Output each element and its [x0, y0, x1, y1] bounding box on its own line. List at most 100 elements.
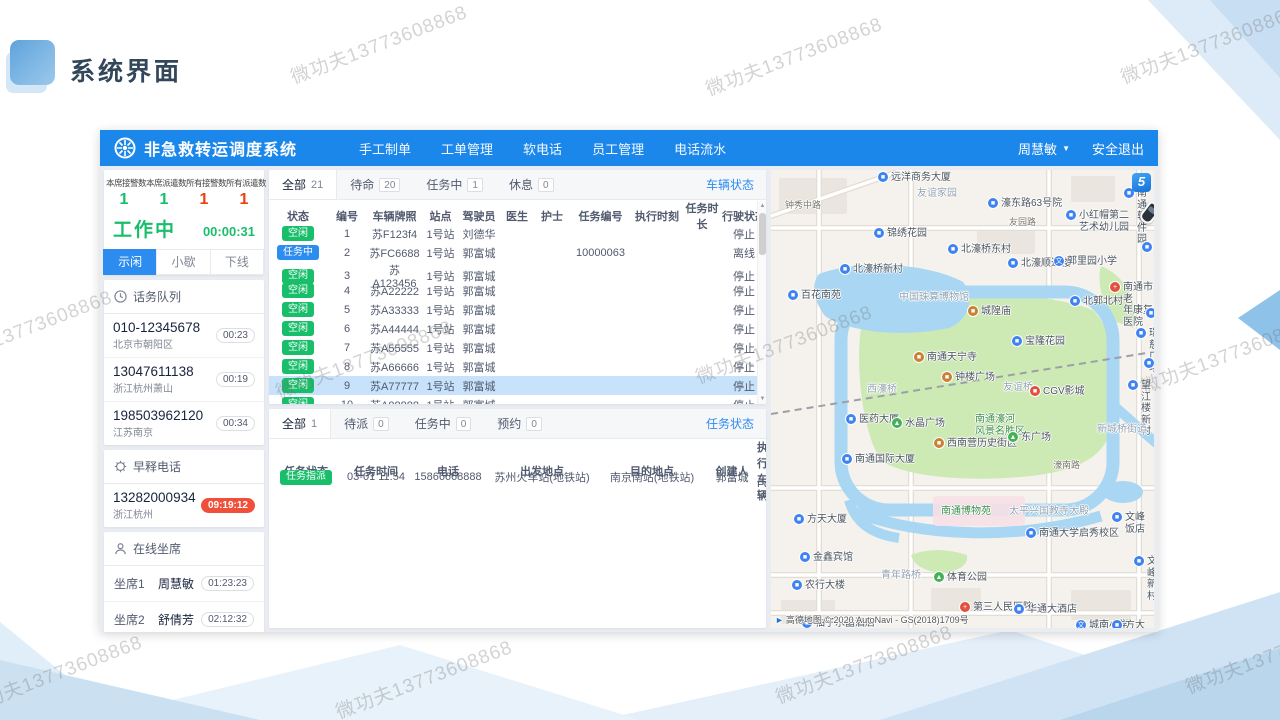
task-status-link[interactable]: 任务状态	[706, 415, 766, 432]
tab-全部[interactable]: 全部21	[269, 170, 337, 199]
queue-item-3[interactable]: 198503962120江苏南京00:34	[104, 402, 264, 445]
early-release-item-1[interactable]: 13282000934浙江杭州09:19:12	[104, 484, 264, 527]
nav-item-4[interactable]: 员工管理	[592, 139, 644, 158]
presence-button-2[interactable]: 小歇	[156, 249, 210, 275]
map-label-48: ■华通大酒店	[1013, 604, 1077, 616]
poi-icon-building: ■	[1141, 241, 1153, 253]
tab-任务中[interactable]: 任务中1	[413, 170, 496, 199]
status-badge: 空闲	[282, 397, 314, 404]
vehicle-col-header: 执行时刻	[632, 208, 682, 224]
map-label-text: 金鑫宾馆	[813, 552, 853, 564]
vehicle-row-5[interactable]: 空闲5苏A333331号站郭富城停止	[269, 300, 766, 319]
cell-plate: 苏FC6688	[367, 245, 422, 261]
scroll-down-icon[interactable]: ▼	[758, 394, 766, 404]
tab-待命[interactable]: 待命20	[337, 170, 413, 199]
status-badge: 空闲	[282, 302, 314, 317]
map-label-1: ■远洋商务大厦	[877, 172, 951, 184]
call-duration-badge: 00:23	[216, 328, 255, 343]
vehicle-scrollbar[interactable]: ▲ ▼	[757, 201, 766, 404]
poi-icon-building: ■	[1025, 527, 1037, 539]
nav-item-5[interactable]: 电话流水	[674, 139, 726, 158]
agent-seat: 坐席1	[114, 575, 158, 592]
stat-value-1: 1	[104, 191, 144, 209]
map-label-text: 方大花苑	[1125, 620, 1154, 628]
cell-station: 1号站	[422, 283, 459, 299]
nav-item-1[interactable]: 手工制单	[359, 139, 411, 158]
tab-休息[interactable]: 休息0	[496, 170, 567, 199]
tab-count: 0	[373, 417, 389, 431]
cell-no: 3	[327, 270, 367, 282]
vehicle-row-10[interactable]: 空闲10苏A888881号站郭富城停止	[269, 395, 766, 404]
cell-to: 南京南站(地铁站)	[597, 469, 707, 485]
cell-status: 空闲	[269, 397, 327, 404]
map-label-51: ■方大花苑	[1111, 620, 1154, 628]
vehicle-row-8[interactable]: 空闲8苏A666661号站郭富城停止	[269, 357, 766, 376]
presence-button-1[interactable]: 示闲	[103, 249, 157, 275]
poi-icon-building: ■	[1145, 307, 1154, 319]
map-label-42: ■方天大厦	[793, 514, 847, 526]
map-label-text: 文峰新村	[1147, 556, 1154, 602]
poi-icon-building: ■	[1007, 257, 1019, 269]
vehicle-row-2[interactable]: 任务中2苏FC66881号站郭富城10000063离线	[269, 243, 766, 262]
stat-label-3: 所有接警数	[186, 177, 226, 189]
map-label-41: ■文峰新村	[1133, 556, 1154, 602]
poi-icon-building: ■	[1069, 295, 1081, 307]
tab-预约[interactable]: 预约0	[484, 409, 555, 438]
vehicle-col-header: 任务编号	[569, 208, 632, 224]
vehicle-row-4[interactable]: 空闲4苏A222221号站郭富城停止	[269, 281, 766, 300]
nav-item-3[interactable]: 软电话	[523, 139, 562, 158]
map-label-12: 文郭里园小学	[1053, 256, 1117, 268]
map-label-text: 农行大楼	[805, 580, 845, 592]
scroll-up-icon[interactable]: ▲	[758, 201, 766, 211]
poi-icon-building: ■	[841, 453, 853, 465]
online-agents-header: 在线坐席	[104, 532, 264, 566]
queue-item-1[interactable]: 010-12345678北京市朝阳区00:23	[104, 314, 264, 358]
presence-button-3[interactable]: 下线	[210, 249, 264, 275]
vehicle-col-header: 编号	[327, 208, 367, 224]
vehicle-row-3[interactable]: 空闲3苏A1234561号站郭富城停止	[269, 262, 766, 281]
map-label-27: 西濠桥	[867, 384, 897, 396]
nav-item-2[interactable]: 工单管理	[441, 139, 493, 158]
poi-icon-building: ■	[1065, 209, 1077, 221]
tab-label: 全部	[282, 176, 306, 193]
cell-station: 1号站	[422, 245, 459, 261]
vehicle-status-link[interactable]: 车辆状态	[706, 176, 766, 193]
map-label-33: ▲东广场	[1007, 432, 1051, 444]
poi-icon-building: ■	[1111, 511, 1123, 523]
task-tabs: 全部1待派0任务中0预约0 任务状态	[269, 409, 766, 439]
tab-待派[interactable]: 待派0	[331, 409, 402, 438]
user-menu[interactable]: 周慧敏 ▼	[1018, 139, 1070, 158]
poi-icon-park: ▲	[891, 417, 903, 429]
vehicle-row-6[interactable]: 空闲6苏A444441号站郭富城停止	[269, 319, 766, 338]
cell-plate: 苏A88888	[367, 397, 422, 405]
cell-station: 1号站	[422, 397, 459, 405]
map-label-24: ■钟楼广场	[941, 372, 995, 384]
tab-全部[interactable]: 全部1	[269, 409, 331, 438]
map-label-16: ■城隍庙	[967, 306, 1011, 318]
logout-button[interactable]: 安全退出	[1092, 139, 1144, 158]
map-label-35: ■南通国际大厦	[841, 454, 915, 466]
poi-icon-hospital: +	[1109, 281, 1121, 293]
poi-icon-building: ■	[1143, 357, 1154, 369]
scrollbar-thumb[interactable]	[759, 213, 766, 255]
status-badge: 空闲	[282, 359, 314, 374]
poi-icon-school: 文	[1075, 619, 1087, 628]
tab-任务中[interactable]: 任务中0	[402, 409, 485, 438]
map-label-43: ■金鑫宾馆	[799, 552, 853, 564]
vehicle-row-7[interactable]: 空闲7苏A555551号站郭富城停止	[269, 338, 766, 357]
map-label-46: ▲体育公园	[933, 572, 987, 584]
map-label-text: 北濠桥东村	[961, 244, 1011, 256]
cell-station: 1号站	[422, 226, 459, 242]
status-badge: 空闲	[282, 226, 314, 241]
map[interactable]: ■远洋商务大厦钟秀中路友谊家园■濠东路63号院■南通软件园■锦绣花园■北濠桥东村…	[771, 170, 1154, 628]
gear-icon	[114, 460, 127, 473]
cell-vehicle: 苏FC6688	[757, 463, 766, 487]
amap-attribution-icon: ►	[775, 615, 784, 625]
vehicle-row-9[interactable]: 空闲9苏A777771号站郭富城停止	[269, 376, 766, 395]
sidebar: 本席接警数本席派遣数所有接警数所有派遣数 1111 工作中 00:00:31 示…	[104, 170, 264, 628]
cell-no: 8	[327, 361, 367, 373]
map-label-text: CGV影城	[1043, 386, 1085, 398]
map-label-text: 北濠桥新村	[853, 264, 903, 276]
queue-item-2[interactable]: 13047611138浙江杭州萧山00:19	[104, 358, 264, 402]
map-label-text: 濠南路	[1053, 460, 1080, 470]
